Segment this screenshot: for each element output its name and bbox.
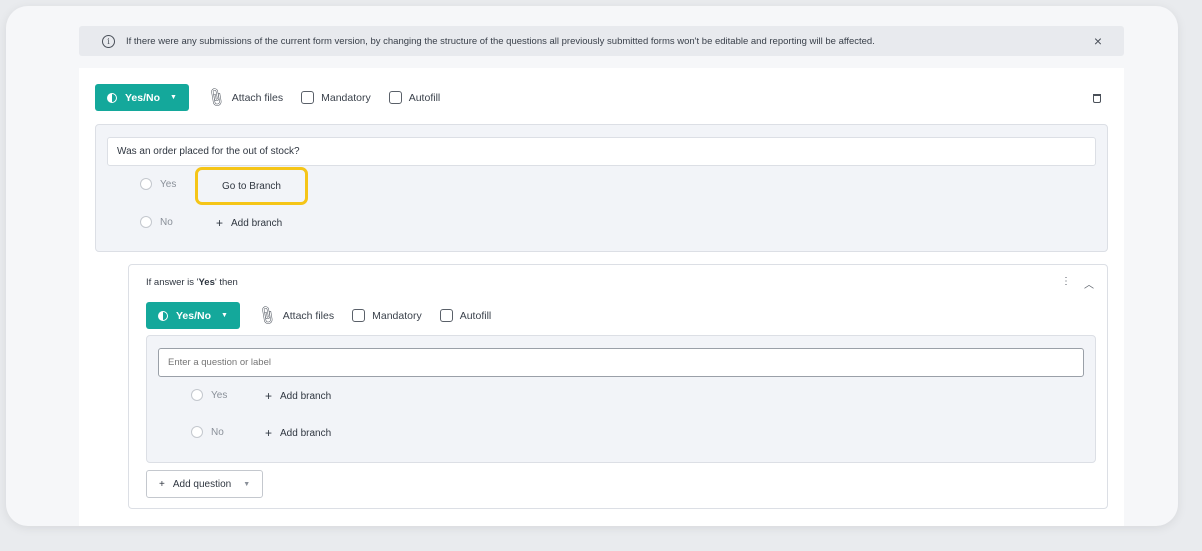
option-no: No — [140, 216, 173, 228]
autofill-label: Autofill — [408, 91, 441, 104]
radio-icon[interactable] — [140, 216, 152, 228]
radio-icon[interactable] — [191, 426, 203, 438]
mandatory-checkbox[interactable]: Mandatory — [352, 309, 422, 322]
mandatory-label: Mandatory — [372, 309, 422, 322]
question-type-dropdown[interactable]: Yes/No ▼ — [95, 84, 189, 111]
checkbox-icon — [352, 309, 366, 322]
more-options-icon[interactable]: ⋮ — [1061, 276, 1071, 287]
close-icon[interactable]: × — [1094, 33, 1102, 49]
add-branch-button[interactable]: + Add branch — [265, 426, 331, 440]
branch-condition: If answer is 'Yes' then — [146, 277, 238, 288]
add-question-label: Add question — [172, 478, 232, 490]
radio-icon[interactable] — [140, 178, 152, 190]
option-label: No — [160, 216, 173, 228]
checkbox-icon — [439, 309, 453, 322]
plus-icon: + — [159, 478, 165, 490]
question-type-label: Yes/No — [176, 309, 212, 322]
paperclip-icon: 📎︎ — [255, 303, 280, 327]
question-type-label: Yes/No — [125, 91, 161, 104]
autofill-label: Autofill — [459, 309, 492, 322]
mandatory-label: Mandatory — [321, 91, 371, 104]
plus-icon: + — [216, 216, 224, 230]
caret-down-icon: ▼ — [170, 94, 177, 101]
attach-files-label: Attach files — [231, 91, 284, 104]
option-label: No — [211, 426, 224, 438]
checkbox-icon — [301, 91, 315, 104]
add-branch-button[interactable]: + Add branch — [216, 216, 282, 230]
add-branch-label: Add branch — [231, 217, 283, 229]
yes-no-icon — [107, 92, 117, 103]
mandatory-checkbox[interactable]: Mandatory — [301, 91, 371, 104]
question-block: Was an order placed for the out of stock… — [95, 124, 1108, 252]
paperclip-icon: 📎︎ — [204, 85, 229, 109]
autofill-checkbox[interactable]: Autofill — [388, 91, 441, 104]
caret-down-icon: ▼ — [221, 312, 228, 319]
caret-down-icon: ▼ — [243, 480, 251, 488]
autofill-checkbox[interactable]: Autofill — [439, 309, 492, 322]
go-to-branch-button[interactable]: Go to Branch — [195, 167, 308, 205]
checkbox-icon — [388, 91, 402, 104]
subquestion-toolbar: Yes/No ▼ 📎︎ Attach files Mandatory Autof… — [146, 302, 491, 329]
question-type-dropdown[interactable]: Yes/No ▼ — [146, 302, 240, 329]
option-label: Yes — [160, 178, 177, 190]
option-no: No — [191, 426, 224, 438]
add-branch-button[interactable]: + Add branch — [265, 389, 331, 403]
branch-subquestion: If answer is 'Yes' then ⋮ ︿ Yes/No ▼ 📎︎ … — [128, 264, 1108, 509]
attach-files-button[interactable]: 📎︎ Attach files — [204, 85, 284, 108]
question-toolbar: Yes/No ▼ 📎︎ Attach files Mandatory Autof… — [95, 84, 440, 111]
attach-files-button[interactable]: 📎︎ Attach files — [255, 303, 335, 326]
yes-no-icon — [158, 310, 168, 321]
question-card: Yes/No ▼ 📎︎ Attach files Mandatory Autof… — [79, 68, 1124, 526]
option-label: Yes — [211, 389, 228, 401]
condition-value: Yes — [198, 277, 215, 288]
chevron-up-icon[interactable]: ︿ — [1084, 276, 1094, 291]
warning-message: If there were any submissions of the cur… — [126, 35, 875, 47]
plus-icon: + — [265, 426, 273, 440]
attach-files-label: Attach files — [282, 309, 335, 322]
question-text-input[interactable] — [158, 348, 1084, 377]
add-question-button[interactable]: + Add question ▼ — [146, 470, 264, 498]
app-frame: i If there were any submissions of the c… — [6, 6, 1178, 526]
plus-icon: + — [265, 389, 273, 403]
question-text-input[interactable]: Was an order placed for the out of stock… — [107, 137, 1096, 166]
info-icon: i — [102, 34, 115, 48]
option-yes: Yes — [191, 389, 227, 401]
question-block: Yes + Add branch No + Add branch — [146, 335, 1096, 463]
trash-icon[interactable] — [1093, 94, 1101, 103]
option-yes: Yes — [140, 178, 176, 190]
radio-icon[interactable] — [191, 389, 203, 401]
add-branch-label: Add branch — [280, 427, 332, 439]
warning-banner: i If there were any submissions of the c… — [79, 26, 1124, 56]
add-branch-label: Add branch — [280, 390, 332, 402]
